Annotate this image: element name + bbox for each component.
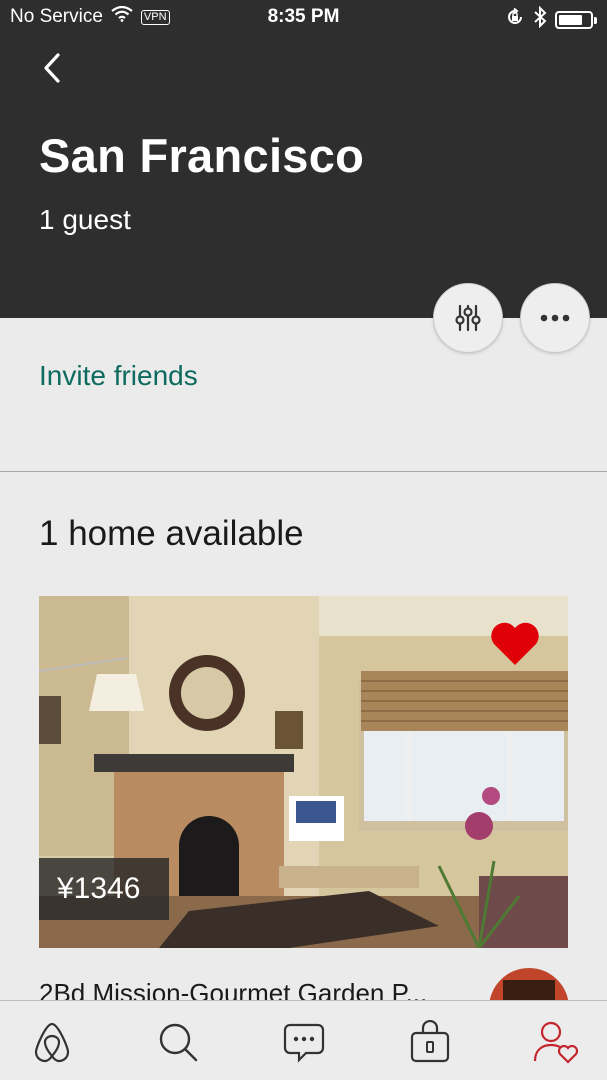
ellipsis-icon [540, 314, 570, 322]
price-badge: ¥1346 [39, 858, 169, 920]
status-bar: No Service VPN 8:35 PM [0, 0, 607, 34]
tab-bar [0, 1000, 607, 1080]
divider [0, 471, 607, 472]
more-options-button[interactable] [520, 283, 590, 353]
rotation-lock-icon [505, 7, 525, 32]
save-heart-button[interactable] [489, 620, 541, 668]
back-button[interactable] [36, 50, 68, 86]
airbnb-logo-icon [34, 1022, 70, 1063]
tab-explore[interactable] [29, 1019, 75, 1065]
tab-profile[interactable] [533, 1019, 579, 1065]
chevron-left-icon [44, 53, 60, 83]
messages-icon [283, 1023, 325, 1063]
sliders-icon [455, 304, 481, 332]
page-title: San Francisco [39, 129, 365, 182]
tab-messages[interactable] [281, 1019, 327, 1065]
trips-bag-icon [410, 1020, 450, 1063]
battery-icon [555, 10, 597, 29]
filter-button[interactable] [433, 283, 503, 353]
tab-search[interactable] [155, 1019, 201, 1065]
invite-friends-link[interactable]: Invite friends [39, 360, 198, 392]
tab-trips[interactable] [407, 1019, 453, 1065]
guest-count[interactable]: 1 guest [39, 204, 131, 236]
search-icon [159, 1023, 198, 1062]
header: No Service VPN 8:35 PM San Francisco 1 g… [0, 0, 607, 318]
listing-card[interactable]: ¥1346 [39, 596, 568, 948]
heart-icon [491, 622, 539, 665]
battery-level [559, 14, 582, 25]
results-count: 1 home available [39, 514, 304, 553]
profile-heart-icon [533, 1021, 579, 1064]
bluetooth-icon [533, 5, 547, 33]
